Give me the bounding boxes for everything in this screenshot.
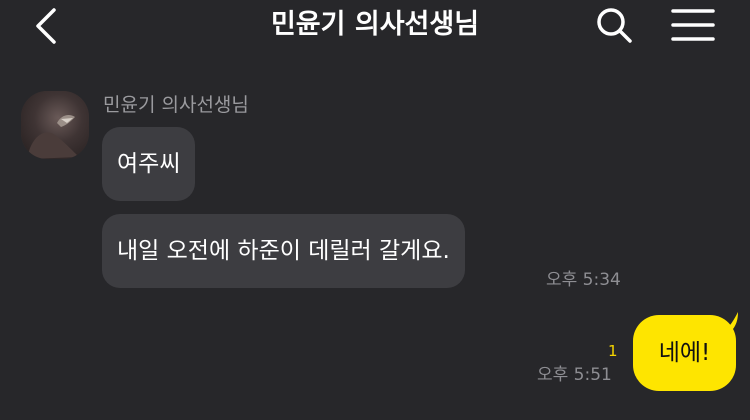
chat-header: 민윤기 의사선생님	[0, 0, 750, 52]
search-icon	[597, 8, 632, 43]
sent-message-bubble[interactable]: 네에!	[633, 315, 736, 391]
unread-count: 1	[608, 342, 618, 360]
menu-button[interactable]	[668, 3, 720, 47]
received-message-bubble[interactable]: 여주씨	[102, 127, 196, 201]
message-timestamp: 오후 5:34	[546, 270, 621, 290]
chat-screen: 민윤기 의사선생님 민윤기 의사선생님 여주씨 내일 오전에 하준이 데릴러 갈…	[0, 0, 750, 420]
sender-name: 민윤기 의사선생님	[103, 94, 249, 116]
sender-avatar[interactable]	[21, 91, 89, 159]
search-button[interactable]	[592, 3, 636, 47]
avatar-photo	[21, 91, 89, 159]
hamburger-menu-icon	[671, 9, 715, 41]
chat-title: 민윤기 의사선생님	[270, 9, 480, 40]
message-timestamp: 오후 5:51	[537, 365, 612, 385]
received-message-bubble[interactable]: 내일 오전에 하준이 데릴러 갈게요.	[102, 214, 465, 288]
